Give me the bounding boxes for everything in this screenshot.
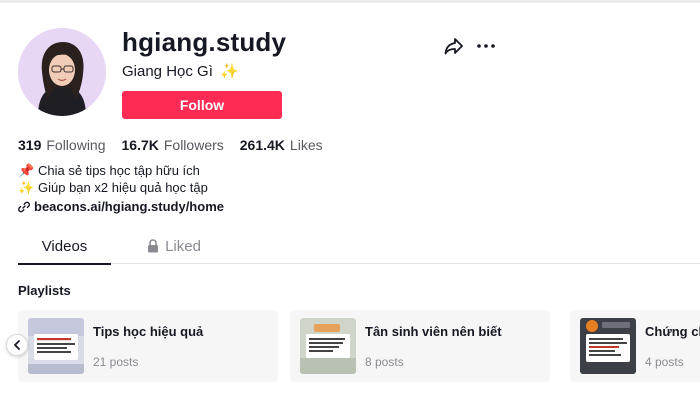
bio-link-text: beacons.ai/hgiang.study/home	[34, 199, 224, 214]
nickname: Giang Học Gì ✨	[122, 62, 239, 80]
following-count: 319	[18, 137, 42, 153]
share-button[interactable]	[442, 35, 466, 57]
playlist-name: Tips học hiệu quả	[93, 324, 204, 339]
stat-likes: 261.4K Likes	[240, 137, 323, 153]
playlist-card[interactable]: Tips học hiệu quả 21 posts	[18, 310, 278, 382]
bio-link[interactable]: beacons.ai/hgiang.study/home	[18, 199, 224, 214]
followers-count: 16.7K	[121, 137, 159, 153]
stat-following[interactable]: 319 Following	[18, 137, 106, 153]
stat-followers[interactable]: 16.7K Followers	[122, 137, 224, 153]
playlist-card[interactable]: Chứng ch 4 posts	[570, 310, 700, 382]
likes-label: Likes	[289, 137, 323, 153]
playlist-name: Chứng ch	[645, 324, 700, 339]
tab-videos-label: Videos	[41, 238, 88, 255]
playlist-name: Tân sinh viên nên biết	[365, 324, 502, 339]
playlist-card[interactable]: Tân sinh viên nên biết 8 posts	[290, 310, 550, 382]
nickname-text: Giang Học Gì	[122, 63, 213, 80]
more-options-button[interactable]	[474, 36, 498, 56]
playlist-thumbnail	[580, 318, 636, 374]
tab-videos[interactable]: Videos	[18, 232, 111, 265]
bio-text: Giúp bạn x2 hiệu quả học tập	[38, 180, 208, 195]
profile-page: hgiang.study Giang Học Gì ✨ Follow 319 F…	[0, 0, 700, 400]
top-divider	[0, 0, 700, 3]
bio-line: 📌 Chia sẻ tips học tập hữu ích	[18, 162, 208, 179]
follow-button[interactable]: Follow	[122, 91, 282, 119]
username: hgiang.study	[122, 27, 287, 57]
playlist-post-count: 21 posts	[93, 355, 139, 369]
playlists-heading: Playlists	[18, 283, 71, 298]
sparkle-emoji: ✨	[220, 63, 239, 80]
sparkles-emoji: ✨	[18, 180, 35, 195]
bio-text: Chia sẻ tips học tập hữu ích	[38, 163, 200, 178]
tab-liked[interactable]: Liked	[134, 232, 214, 264]
playlist-thumbnail	[300, 318, 356, 374]
bio-line: ✨ Giúp bạn x2 hiệu quả học tập	[18, 179, 208, 196]
profile-stats: 319 Following 16.7K Followers 261.4K Lik…	[18, 137, 339, 153]
bio: 📌 Chia sẻ tips học tập hữu ích ✨ Giúp bạ…	[18, 162, 208, 196]
followers-label: Followers	[163, 137, 224, 153]
pushpin-emoji: 📌	[18, 163, 35, 178]
tab-liked-label: Liked	[165, 238, 201, 255]
playlists-carousel: Tips học hiệu quả 21 posts Tân sinh viên…	[0, 310, 700, 382]
link-icon	[18, 201, 30, 212]
carousel-prev-button[interactable]	[6, 334, 28, 356]
share-icon	[444, 38, 463, 55]
lock-icon	[148, 239, 159, 253]
following-label: Following	[46, 137, 106, 153]
chevron-left-icon	[14, 340, 20, 350]
playlist-post-count: 8 posts	[365, 355, 404, 369]
avatar[interactable]	[18, 28, 106, 116]
content-tabs: Videos Liked	[18, 232, 700, 265]
playlist-post-count: 4 posts	[645, 355, 684, 369]
more-icon	[477, 44, 495, 48]
avatar-photo	[18, 28, 106, 116]
playlist-thumbnail	[28, 318, 84, 374]
likes-count: 261.4K	[239, 137, 285, 153]
